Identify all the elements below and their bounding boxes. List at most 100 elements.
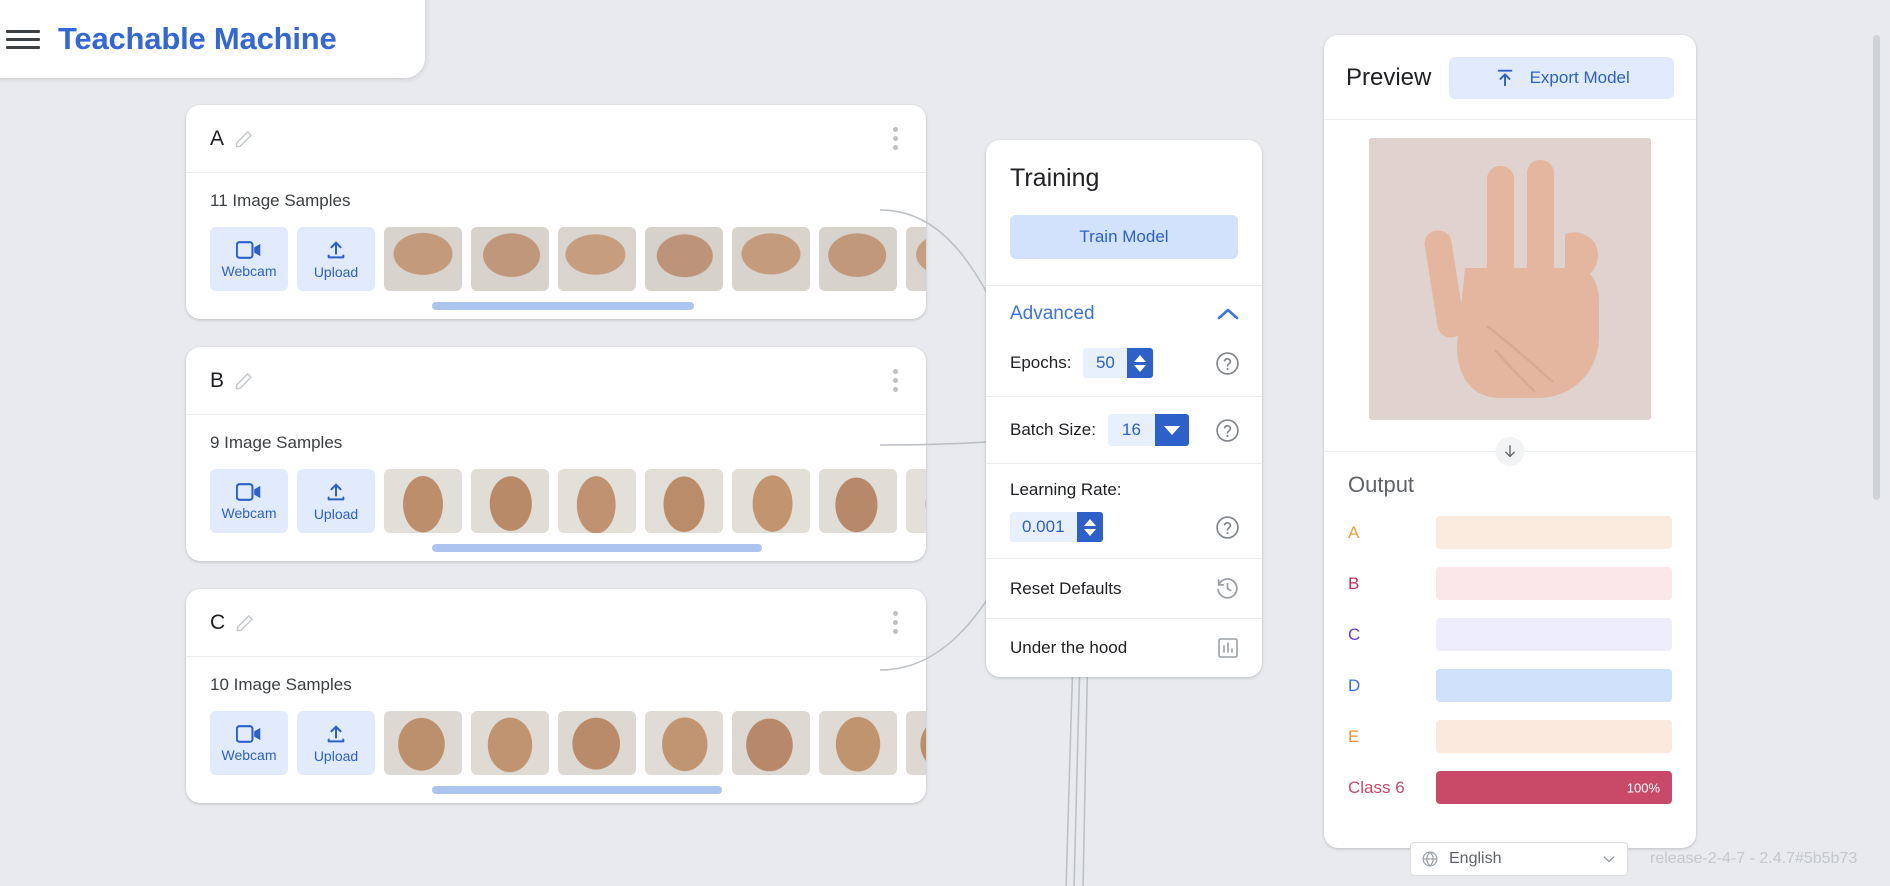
- chevron-up-icon[interactable]: [1216, 306, 1240, 322]
- class-body: 9 Image Samples Webcam Upload: [186, 415, 926, 561]
- output-confidence-bar: [1436, 669, 1672, 702]
- sample-thumbnail[interactable]: [558, 469, 636, 533]
- edit-pencil-icon[interactable]: [234, 129, 254, 149]
- class-menu-icon[interactable]: [887, 361, 904, 400]
- webcam-button[interactable]: Webcam: [210, 227, 288, 291]
- sample-thumbnail[interactable]: [645, 469, 723, 533]
- class-name[interactable]: B: [210, 369, 224, 393]
- spinner-up-icon[interactable]: [1134, 354, 1147, 362]
- webcam-label: Webcam: [221, 262, 277, 279]
- output-row: E: [1348, 720, 1672, 753]
- edit-pencil-icon[interactable]: [234, 371, 254, 391]
- output-confidence-bar: [1436, 618, 1672, 651]
- sample-thumbnail[interactable]: [645, 711, 723, 775]
- sample-thumbnail[interactable]: [471, 711, 549, 775]
- sample-thumbnail[interactable]: [732, 469, 810, 533]
- chevron-down-icon[interactable]: [1601, 851, 1617, 867]
- train-model-button[interactable]: Train Model: [1010, 215, 1238, 259]
- sample-thumbnail[interactable]: [819, 711, 897, 775]
- spinner-up-icon[interactable]: [1083, 518, 1096, 526]
- app-header: Teachable Machine: [0, 0, 425, 78]
- class-menu-icon[interactable]: [887, 119, 904, 158]
- page-scrollbar[interactable]: [1873, 35, 1880, 500]
- output-section: Output A B C D E Class 6 100%: [1324, 468, 1696, 848]
- sample-thumbnail[interactable]: [558, 227, 636, 291]
- sample-thumbnail[interactable]: [906, 711, 926, 775]
- webcam-label: Webcam: [221, 746, 277, 763]
- class-card: A 11 Image Samples Webcam Upload: [186, 105, 926, 319]
- learning-rate-value[interactable]: 0.001: [1010, 512, 1077, 542]
- epochs-row: Epochs: 50: [986, 342, 1262, 396]
- preview-header: Preview Export Model: [1324, 35, 1696, 120]
- language-select[interactable]: English: [1410, 842, 1628, 876]
- sample-thumbnail[interactable]: [906, 227, 926, 291]
- epochs-value[interactable]: 50: [1083, 348, 1127, 378]
- output-row: A: [1348, 516, 1672, 549]
- samples-scrollbar[interactable]: [210, 781, 926, 803]
- preview-divider: [1324, 434, 1696, 468]
- scroll-down-icon[interactable]: [1495, 437, 1525, 466]
- app-brand-title[interactable]: Teachable Machine: [58, 21, 337, 57]
- batch-size-value[interactable]: 16: [1108, 414, 1155, 446]
- sample-thumbnail[interactable]: [645, 227, 723, 291]
- samples-scrollbar-thumb[interactable]: [432, 302, 694, 310]
- samples-scrollbar[interactable]: [210, 297, 926, 319]
- under-the-hood-label[interactable]: Under the hood: [1010, 638, 1127, 658]
- webcam-button[interactable]: Webcam: [210, 711, 288, 775]
- preview-title: Preview: [1346, 64, 1432, 91]
- upload-label: Upload: [313, 747, 359, 764]
- spinner-down-icon[interactable]: [1134, 364, 1147, 372]
- class-card: B 9 Image Samples Webcam Upload: [186, 347, 926, 561]
- epochs-help-icon[interactable]: [1215, 351, 1240, 376]
- hamburger-icon[interactable]: [6, 26, 40, 52]
- class-menu-icon[interactable]: [887, 603, 904, 642]
- batch-size-help-icon[interactable]: [1215, 418, 1240, 443]
- sample-thumbnail[interactable]: [732, 227, 810, 291]
- output-class-label: A: [1348, 522, 1360, 542]
- sample-thumbnail[interactable]: [471, 227, 549, 291]
- sample-thumbnail[interactable]: [471, 469, 549, 533]
- epochs-stepper[interactable]: 50: [1083, 348, 1154, 378]
- upload-button[interactable]: Upload: [297, 469, 375, 533]
- class-name[interactable]: C: [210, 611, 225, 635]
- bar-chart-icon[interactable]: [1216, 636, 1240, 660]
- samples-scrollbar-thumb[interactable]: [432, 544, 762, 552]
- training-panel: Training Train Model Advanced Epochs: 50…: [986, 140, 1262, 677]
- reset-defaults-row[interactable]: Reset Defaults: [986, 558, 1262, 618]
- class-name[interactable]: A: [210, 127, 224, 151]
- batch-size-select[interactable]: 16: [1108, 414, 1189, 446]
- output-title: Output: [1348, 472, 1415, 497]
- sample-count-label: 9 Image Samples: [210, 433, 343, 452]
- footer: English release-2-4-7 - 2.4.7#5b5b73: [1410, 842, 1857, 876]
- sample-thumbnail[interactable]: [819, 227, 897, 291]
- upload-button[interactable]: Upload: [297, 711, 375, 775]
- class-header: C: [186, 589, 926, 657]
- sample-thumbnail[interactable]: [819, 469, 897, 533]
- sample-thumbnail[interactable]: [384, 711, 462, 775]
- sample-thumbnail[interactable]: [906, 469, 926, 533]
- sample-thumbnail[interactable]: [732, 711, 810, 775]
- sample-thumbnail[interactable]: [384, 469, 462, 533]
- chevron-down-icon[interactable]: [1154, 414, 1189, 446]
- samples-scrollbar-thumb[interactable]: [432, 786, 722, 794]
- advanced-label[interactable]: Advanced: [1010, 303, 1095, 325]
- upload-button[interactable]: Upload: [297, 227, 375, 291]
- history-restore-icon[interactable]: [1215, 576, 1240, 601]
- learning-rate-spinner[interactable]: [1076, 512, 1103, 542]
- sample-thumbnail[interactable]: [558, 711, 636, 775]
- edit-pencil-icon[interactable]: [235, 613, 255, 633]
- samples-scrollbar[interactable]: [210, 539, 926, 561]
- output-confidence-bar: [1436, 720, 1672, 753]
- advanced-toggle-row[interactable]: Advanced: [986, 285, 1262, 342]
- learning-rate-help-icon[interactable]: [1215, 515, 1240, 540]
- class-card: C 10 Image Samples Webcam Upload: [186, 589, 926, 803]
- reset-defaults-label[interactable]: Reset Defaults: [1010, 579, 1122, 599]
- epochs-spinner[interactable]: [1127, 348, 1154, 378]
- sample-thumbnail[interactable]: [384, 227, 462, 291]
- webcam-button[interactable]: Webcam: [210, 469, 288, 533]
- export-model-button[interactable]: Export Model: [1449, 57, 1674, 99]
- learning-rate-stepper[interactable]: 0.001: [1010, 512, 1103, 542]
- learning-rate-line: 0.001: [1010, 512, 1240, 542]
- under-the-hood-row[interactable]: Under the hood: [986, 618, 1262, 677]
- spinner-down-icon[interactable]: [1083, 528, 1096, 536]
